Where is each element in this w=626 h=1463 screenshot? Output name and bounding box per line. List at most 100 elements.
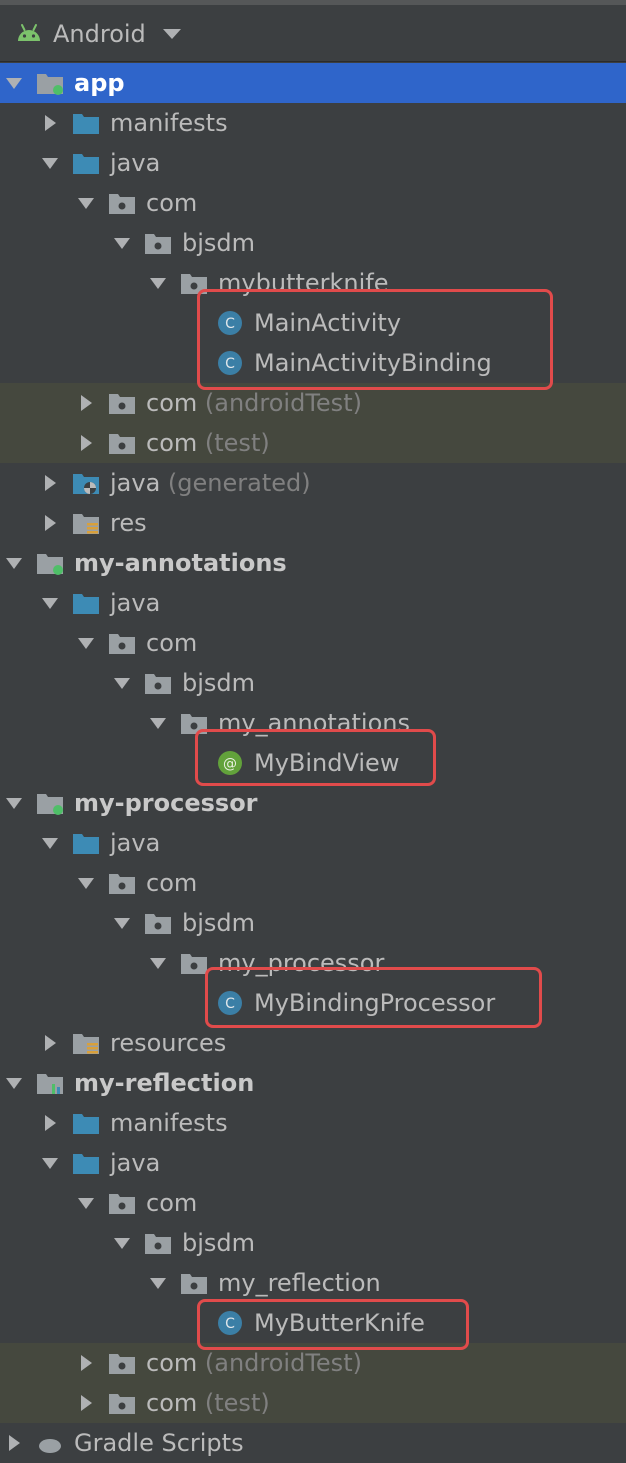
expand-arrow-icon[interactable]: [76, 633, 96, 653]
highlight-box: [195, 729, 436, 786]
expand-arrow-icon[interactable]: [148, 953, 168, 973]
expand-arrow-icon[interactable]: [148, 1273, 168, 1293]
source-folder-icon: [72, 1150, 100, 1176]
tree-item-name: my_reflection: [218, 1269, 381, 1297]
tree-row[interactable]: resources: [0, 1023, 626, 1063]
tree-item-name: manifests: [110, 109, 228, 137]
collapse-arrow-icon[interactable]: [40, 1113, 60, 1133]
tree-row[interactable]: bjsdm: [0, 1223, 626, 1263]
source-folder-icon: [72, 830, 100, 856]
expand-arrow-icon[interactable]: [76, 193, 96, 213]
package-icon: [108, 1190, 136, 1216]
collapse-arrow-icon[interactable]: [40, 473, 60, 493]
tree-row[interactable]: bjsdm: [0, 903, 626, 943]
expand-arrow-icon[interactable]: [148, 713, 168, 733]
tree-row[interactable]: my-annotations: [0, 543, 626, 583]
tree-item-name: com: [146, 389, 198, 417]
tree-row[interactable]: com: [0, 183, 626, 223]
tree-item-name: java: [110, 589, 161, 617]
package-icon: [108, 390, 136, 416]
collapse-arrow-icon[interactable]: [76, 433, 96, 453]
collapse-arrow-icon[interactable]: [40, 1033, 60, 1053]
expand-arrow-icon[interactable]: [40, 1153, 60, 1173]
tree-item-qualifier: (test): [197, 1389, 270, 1417]
collapse-arrow-icon[interactable]: [76, 1393, 96, 1413]
tree-row[interactable]: com: [0, 1183, 626, 1223]
tree-row[interactable]: manifests: [0, 103, 626, 143]
expand-arrow-icon[interactable]: [40, 833, 60, 853]
resource-folder-icon: [72, 1030, 100, 1056]
tree-row[interactable]: java: [0, 1143, 626, 1183]
tree-row[interactable]: java: [0, 823, 626, 863]
highlight-box: [197, 1299, 469, 1350]
expand-arrow-icon[interactable]: [148, 273, 168, 293]
tree-row[interactable]: app: [0, 63, 626, 103]
collapse-arrow-icon[interactable]: [40, 513, 60, 533]
tree-row[interactable]: com: [0, 623, 626, 663]
expand-arrow-icon[interactable]: [112, 913, 132, 933]
expand-arrow-icon[interactable]: [4, 1073, 24, 1093]
expand-arrow-icon[interactable]: [76, 1193, 96, 1213]
tree-item-qualifier: (test): [197, 429, 270, 457]
tree-item-label: com: [146, 623, 197, 663]
tree-item-qualifier: (androidTest): [197, 1349, 362, 1377]
collapse-arrow-icon[interactable]: [4, 1433, 24, 1453]
source-folder-icon: [72, 1110, 100, 1136]
tree-row[interactable]: java: [0, 143, 626, 183]
tree-row[interactable]: bjsdm: [0, 223, 626, 263]
tree-row[interactable]: Gradle Scripts: [0, 1423, 626, 1463]
generated-folder-icon: [72, 470, 100, 496]
tree-row[interactable]: java (generated): [0, 463, 626, 503]
package-icon: [108, 1390, 136, 1416]
tree-item-label: java: [110, 1143, 160, 1183]
source-folder-icon: [72, 150, 100, 176]
expand-arrow-icon[interactable]: [40, 593, 60, 613]
tree-row[interactable]: my-processor: [0, 783, 626, 823]
chevron-down-icon[interactable]: [163, 29, 181, 39]
collapse-arrow-icon[interactable]: [76, 1353, 96, 1373]
tree-item-name: Gradle Scripts: [74, 1429, 244, 1457]
expand-arrow-icon[interactable]: [4, 793, 24, 813]
tree-row[interactable]: my_reflection: [0, 1263, 626, 1303]
expand-arrow-icon[interactable]: [4, 553, 24, 573]
tree-item-label: Gradle Scripts: [74, 1423, 244, 1463]
expand-arrow-icon[interactable]: [112, 673, 132, 693]
tree-row[interactable]: com (test): [0, 423, 626, 463]
tree-item-name: com: [146, 429, 198, 457]
gradle-icon: [36, 1430, 64, 1456]
tree-row[interactable]: res: [0, 503, 626, 543]
tree-item-name: java: [110, 1149, 161, 1177]
expand-arrow-icon[interactable]: [112, 1233, 132, 1253]
tree-item-label: resources: [110, 1023, 226, 1063]
package-icon: [144, 670, 172, 696]
package-icon: [108, 430, 136, 456]
tree-item-label: my-processor: [74, 783, 258, 823]
tree-item-name: com: [146, 189, 198, 217]
tree-item-name: com: [146, 1189, 198, 1217]
tree-item-label: java: [110, 583, 160, 623]
tree-row[interactable]: my-reflection: [0, 1063, 626, 1103]
tree-item-label: app: [74, 63, 125, 103]
tree-item-name: com: [146, 629, 198, 657]
tree-item-label: java: [110, 823, 160, 863]
expand-arrow-icon[interactable]: [4, 73, 24, 93]
tree-row[interactable]: com (test): [0, 1383, 626, 1423]
module-folder-icon: [36, 70, 64, 96]
package-icon: [144, 910, 172, 936]
tree-row[interactable]: bjsdm: [0, 663, 626, 703]
tree-item-label: bjsdm: [182, 1223, 255, 1263]
tree-item-label: com: [146, 863, 197, 903]
package-icon: [108, 630, 136, 656]
collapse-arrow-icon[interactable]: [40, 113, 60, 133]
tree-row[interactable]: com: [0, 863, 626, 903]
expand-arrow-icon[interactable]: [40, 153, 60, 173]
collapse-arrow-icon[interactable]: [76, 393, 96, 413]
expand-arrow-icon[interactable]: [112, 233, 132, 253]
tree-item-label: com: [146, 1183, 197, 1223]
tree-item-name: app: [74, 69, 125, 97]
tree-row[interactable]: manifests: [0, 1103, 626, 1143]
view-selector-dropdown[interactable]: Android: [53, 18, 146, 50]
tree-row[interactable]: java: [0, 583, 626, 623]
expand-arrow-icon[interactable]: [76, 873, 96, 893]
highlight-box: [197, 289, 553, 390]
